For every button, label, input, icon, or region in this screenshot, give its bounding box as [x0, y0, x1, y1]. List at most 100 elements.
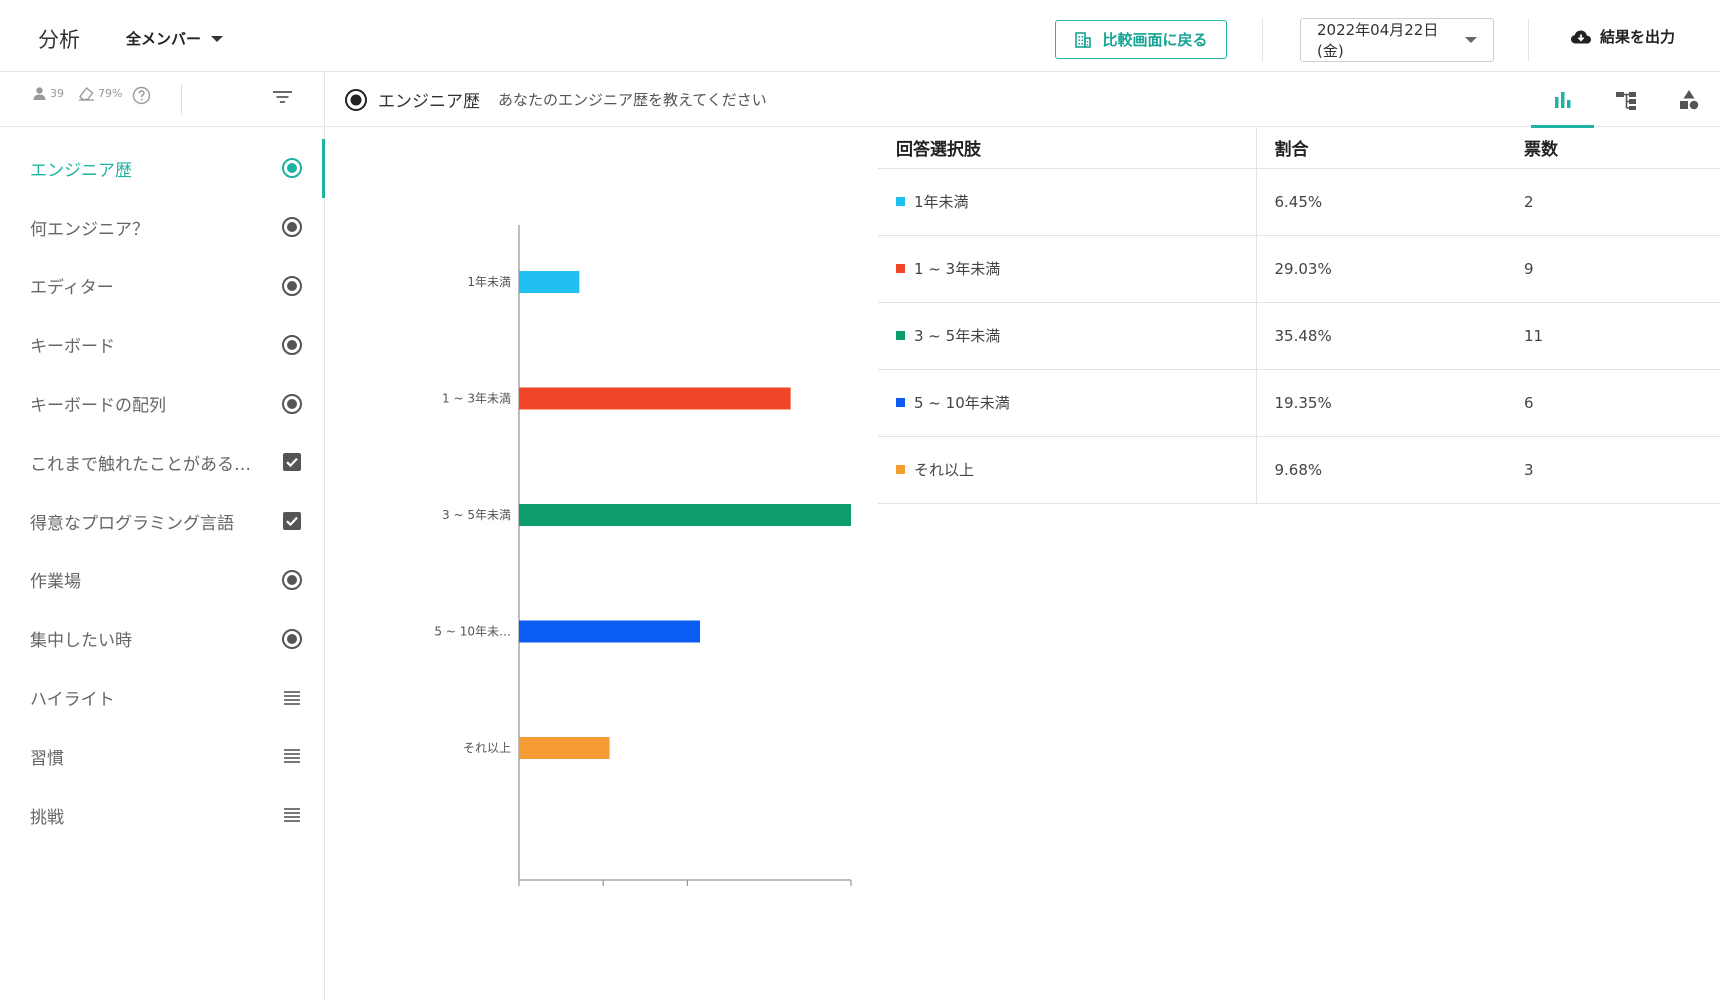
- question-item-label: エディター: [30, 278, 114, 299]
- results-table: 回答選択肢 割合 票数 1年未満 6.45% 2 1 ~ 3年未満 29.03%…: [878, 128, 1720, 504]
- ratio-cell: 9.68%: [1256, 436, 1506, 504]
- text-lines-icon: [280, 744, 304, 768]
- tab-bar-chart[interactable]: [1531, 72, 1594, 128]
- checkbox-icon: [280, 509, 304, 533]
- radio-icon: [280, 156, 304, 180]
- filter-icon[interactable]: [272, 89, 293, 105]
- votes-cell: 9: [1506, 235, 1720, 303]
- choice-cell: それ以上: [878, 436, 1257, 504]
- ratio-cell: 29.03%: [1256, 235, 1506, 303]
- cloud-download-icon: [1571, 30, 1591, 43]
- ratio-cell: 6.45%: [1256, 168, 1506, 236]
- column-header-votes: 票数: [1506, 128, 1720, 169]
- question-item-label: エンジニア歴: [30, 160, 132, 181]
- tree-icon: [1615, 91, 1636, 110]
- bar-chart-svg: 1年未満1 ~ 3年未満3 ~ 5年未満5 ~ 10年未…それ以上0%9%18%…: [434, 225, 852, 886]
- choice-cell: 5 ~ 10年未満: [878, 369, 1257, 437]
- bar: [519, 387, 791, 410]
- choice-cell: 3 ~ 5年未満: [878, 302, 1257, 370]
- question-item[interactable]: エディター: [0, 257, 324, 316]
- respondent-count-value: 39: [50, 87, 64, 100]
- question-item[interactable]: これまで触れたことがある…: [0, 433, 324, 492]
- text-lines-icon: [280, 803, 304, 827]
- question-item[interactable]: 挑戦: [0, 786, 324, 845]
- question-item-label: 習慣: [30, 748, 64, 769]
- member-select[interactable]: 全メンバー: [126, 28, 224, 49]
- text-lines-icon: [280, 686, 304, 710]
- question-item[interactable]: ハイライト: [0, 668, 324, 727]
- date-select[interactable]: 2022年04月22日(金): [1300, 18, 1494, 62]
- table-row: 1年未満 6.45% 2: [878, 168, 1720, 236]
- question-item[interactable]: 何エンジニア？: [0, 198, 324, 257]
- table-row: 3 ~ 5年未満 35.48% 11: [878, 302, 1720, 370]
- view-tabs: [1531, 72, 1720, 128]
- choice-cell: 1 ~ 3年未満: [878, 235, 1257, 303]
- table-row: 1 ~ 3年未満 29.03% 9: [878, 235, 1720, 303]
- question-item-label: キーボード: [30, 337, 115, 358]
- table-row: 5 ~ 10年未満 19.35% 6: [878, 369, 1720, 437]
- choice-label: それ以上: [914, 461, 975, 479]
- y-tick-label: 3 ~ 5年未満: [442, 508, 511, 522]
- question-item[interactable]: 集中したい時: [0, 609, 324, 668]
- caret-down-icon: [1465, 37, 1477, 43]
- eraser-icon: [79, 86, 94, 101]
- votes-cell: 6: [1506, 369, 1720, 437]
- back-to-compare-button[interactable]: 比較画面に戻る: [1055, 20, 1227, 59]
- help-icon[interactable]: [132, 86, 151, 105]
- page-title: 分析: [38, 28, 80, 52]
- analysis-main: エンジニア歴 あなたのエンジニア歴を教えてください 1年未満 1 ~ 3年未満 …: [326, 72, 1720, 1000]
- question-item[interactable]: 作業場: [0, 551, 324, 610]
- ratio-cell: 35.48%: [1256, 302, 1506, 370]
- question-item-label: キーボードの配列: [30, 396, 166, 417]
- member-select-label: 全メンバー: [126, 30, 202, 48]
- building-icon: [1075, 31, 1092, 48]
- color-swatch: [896, 264, 905, 273]
- bar: [519, 620, 701, 643]
- export-results-button[interactable]: 結果を出力: [1570, 26, 1675, 47]
- person-icon: [33, 87, 46, 100]
- choice-label: 5 ~ 10年未満: [914, 394, 1010, 412]
- response-rate-value: 79%: [98, 87, 123, 100]
- choice-cell: 1年未満: [878, 168, 1257, 236]
- table-header-row: 回答選択肢 割合 票数: [878, 128, 1720, 169]
- tab-shapes-view[interactable]: [1657, 72, 1720, 127]
- tab-tree-view[interactable]: [1594, 72, 1657, 127]
- color-swatch: [896, 331, 905, 340]
- radio-icon: [345, 88, 367, 111]
- question-item-label: 集中したい時: [30, 631, 132, 652]
- votes-cell: 2: [1506, 168, 1720, 236]
- bar-chart: 1年未満1 ~ 3年未満3 ~ 5年未満5 ~ 10年未…それ以上0%9%18%…: [326, 128, 886, 888]
- top-header: 分析 全メンバー 比較画面に戻る 2022年04月22日(金) 結果を出力: [0, 0, 1720, 72]
- question-list: エンジニア歴 何エンジニア？ エディター キーボード キーボードの配列 これまで…: [0, 127, 325, 845]
- table-row: それ以上 9.68% 3: [878, 436, 1720, 504]
- question-item-label: 挑戦: [30, 807, 64, 828]
- question-title: エンジニア歴 あなたのエンジニア歴を教えてください: [344, 87, 767, 112]
- votes-cell: 3: [1506, 436, 1720, 504]
- sidebar-header-divider: [181, 84, 182, 114]
- question-item-label: 得意なプログラミング言語: [30, 513, 234, 534]
- question-item[interactable]: エンジニア歴: [0, 139, 325, 198]
- column-header-ratio: 割合: [1256, 128, 1506, 169]
- question-header: エンジニア歴 あなたのエンジニア歴を教えてください: [326, 72, 1720, 128]
- shapes-icon: [1679, 89, 1698, 109]
- question-item[interactable]: 得意なプログラミング言語: [0, 492, 324, 551]
- question-item[interactable]: 習慣: [0, 727, 324, 786]
- bar-chart-icon: [1554, 91, 1570, 108]
- bar: [519, 504, 851, 526]
- choice-label: 1年未満: [914, 193, 969, 211]
- y-tick-label: 1 ~ 3年未満: [442, 392, 511, 406]
- back-to-compare-label: 比較画面に戻る: [1102, 31, 1208, 49]
- question-item-label: 作業場: [30, 572, 81, 593]
- radio-icon: [280, 568, 304, 592]
- column-header-choice: 回答選択肢: [878, 128, 1257, 169]
- respondent-count: 39: [32, 86, 64, 101]
- response-rate: 79%: [78, 86, 122, 101]
- question-item[interactable]: キーボード: [0, 315, 324, 374]
- question-title-label: エンジニア歴: [378, 92, 480, 112]
- question-item[interactable]: キーボードの配列: [0, 374, 324, 433]
- radio-icon: [280, 627, 304, 651]
- radio-icon: [280, 215, 304, 239]
- y-tick-label: 5 ~ 10年未…: [434, 625, 511, 639]
- ratio-cell: 19.35%: [1256, 369, 1506, 437]
- date-select-label: 2022年04月22日(金): [1317, 21, 1439, 60]
